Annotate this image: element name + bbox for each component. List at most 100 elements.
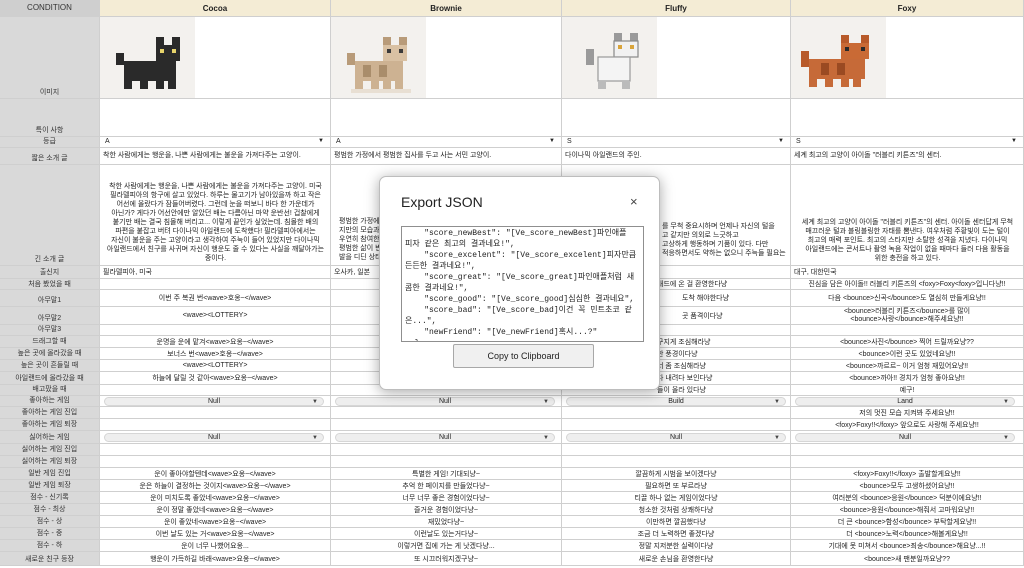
cocoa-drag[interactable]: 운명을 운에 맡겨<wave>요옹~</wave> <box>100 336 331 347</box>
brownie-image-cell[interactable] <box>331 17 562 98</box>
foxy-fav-exit[interactable]: <foxy>Foxy!!</foxy> 앞으로도 사랑해 주세요냥!! <box>791 419 1024 430</box>
json-textarea[interactable]: "score_newBest": "[Ve_score_newBest]파인애플… <box>401 226 644 342</box>
fluffy-fav-exit[interactable] <box>562 419 791 430</box>
cocoa-fav-exit[interactable] <box>100 419 331 430</box>
brownie-normal-exit[interactable]: 추억 한 페이지를 만들었다냥~ <box>331 480 562 491</box>
brownie-hate-exit[interactable] <box>331 456 562 467</box>
foxy-score-newbest[interactable]: 여러분의 <bounce>응원</bounce> 덕분이에요냥!! <box>791 492 1024 503</box>
foxy-new-friend[interactable]: <bounce>새 팬분일까요냥?? <box>791 552 1024 565</box>
foxy-image-cell[interactable] <box>791 17 1024 98</box>
fluffy-score-good[interactable]: 조금 더 노력하면 좋겠다냥 <box>562 528 791 539</box>
cocoa-score-good[interactable]: 이번 날도 있는 거<wave>요옹~</wave> <box>100 528 331 539</box>
foxy-hungry[interactable]: 예구! <box>791 385 1024 395</box>
fluffy-score-newbest[interactable]: 티끌 하나 없는 게임이었다냥 <box>562 492 791 503</box>
fluffy-hate-game-select[interactable]: Null ▼ <box>566 432 786 442</box>
brownie-score-newbest[interactable]: 너무 너무 좋은 경험이었다냥~ <box>331 492 562 503</box>
foxy-hate-enter[interactable] <box>791 444 1024 455</box>
foxy-long-intro[interactable]: 세계 최고의 고양이 아이돌 "러블리 키튼즈"의 센터. 아이돌 센터답게 무… <box>791 165 1024 265</box>
foxy-grade-select[interactable]: S ▼ <box>791 137 1024 147</box>
foxy-score-best[interactable]: <bounce>응원</bounce>해줘서 고마워요냥!! <box>791 504 1024 515</box>
foxy-score-good[interactable]: 더 <bounce>노력</bounce>해볼게요냥!! <box>791 528 1024 539</box>
fluffy-hate-enter[interactable] <box>562 444 791 455</box>
brownie-score-bad[interactable]: 이렇거면 집에 가는 게 낫겠다냥... <box>331 540 562 551</box>
brownie-score-great[interactable]: 재밌었다냥~ <box>331 516 562 527</box>
fluffy-fav-enter[interactable] <box>562 407 791 418</box>
fluffy-score-bad[interactable]: 정말 지저분한 실력이다냥 <box>562 540 791 551</box>
cocoa-score-best[interactable]: 운이 정말 좋았네<wave>요옹~</wave> <box>100 504 331 515</box>
cocoa-hungry[interactable] <box>100 385 331 395</box>
cocoa-first-meet[interactable] <box>100 279 331 289</box>
foxy-origin[interactable]: 대구, 대한민국 <box>791 266 1024 278</box>
fluffy-score-best[interactable]: 청소한 것처럼 상쾌하다냥 <box>562 504 791 515</box>
foxy-score-bad[interactable]: 기대에 못 미쳐서 <bounce>죄송</bounce>해요냥...!! <box>791 540 1024 551</box>
fluffy-score-great[interactable]: 이만하면 깔끔했다냥 <box>562 516 791 527</box>
cocoa-high-shake[interactable]: <wave><LOTTERY> <box>100 360 331 371</box>
brownie-hate-game-select[interactable]: Null ▼ <box>335 432 555 442</box>
cat-header-fluffy[interactable]: Fluffy <box>562 0 791 16</box>
brownie-fav-game-select[interactable]: Null ▼ <box>335 396 555 406</box>
foxy-fav-enter[interactable]: 저의 멋진 모습 지켜봐 주세요냥!! <box>791 407 1024 418</box>
cocoa-score-bad[interactable]: 운이 너무 나빴어요옹... <box>100 540 331 551</box>
fluffy-normal-exit[interactable]: 필요하면 또 부르라냥 <box>562 480 791 491</box>
foxy-short-intro[interactable]: 세계 최고의 고양이 아이돌 "러블리 키튼즈"의 센터. <box>791 148 1024 164</box>
foxy-random2[interactable]: <bounce>러블리 키튼즈</bounce>를 많이 <bounce>사랑<… <box>791 307 1024 324</box>
close-icon[interactable]: × <box>630 194 638 209</box>
cocoa-short-intro[interactable]: 착한 사람에게는 행운을, 나쁜 사람에게는 불운을 가져다주는 고양이. <box>100 148 331 164</box>
foxy-fav-game-select[interactable]: Land ▼ <box>795 396 1015 406</box>
foxy-high-place[interactable]: <bounce>이런 곳도 있었네요냥!! <box>791 348 1024 359</box>
brownie-normal-enter[interactable]: 특별한 게임! 기대되냥~ <box>331 468 562 479</box>
cocoa-long-intro[interactable]: 착한 사람에게는 행운을, 나쁜 사람에게는 불운을 가져다주는 고양이. 미국… <box>100 165 331 265</box>
foxy-high-shake[interactable]: <bounce>까르르~ 이거 엄청 재밌어요냥!! <box>791 360 1024 371</box>
foxy-random3[interactable] <box>791 325 1024 335</box>
foxy-score-great[interactable]: 더 큰 <bounce>함성</bounce> 부탁할게요냥!! <box>791 516 1024 527</box>
cocoa-grade-select[interactable]: A ▼ <box>100 137 331 147</box>
cocoa-origin[interactable]: 필라델피아, 미국 <box>100 266 331 278</box>
cat-header-foxy[interactable]: Foxy <box>791 0 1024 16</box>
foxy-island-up[interactable]: <bounce>까아!! 경치가 엄청 좋아요냥!! <box>791 372 1024 384</box>
brownie-score-good[interactable]: 이런날도 있는거다냥~ <box>331 528 562 539</box>
cocoa-fav-game-select[interactable]: Null ▼ <box>104 396 324 406</box>
cocoa-score-newbest[interactable]: 운이 미치도록 좋았네<wave>요옹~</wave> <box>100 492 331 503</box>
foxy-normal-exit[interactable]: <bounce>모두 고생하셨어요냥!! <box>791 480 1024 491</box>
fluffy-fav-game-select[interactable]: Build ▼ <box>566 396 786 406</box>
fluffy-short-intro[interactable]: 다이나믹 아일랜드의 주인. <box>562 148 791 164</box>
fluffy-special-cell[interactable] <box>562 99 791 136</box>
brownie-hate-enter[interactable] <box>331 444 562 455</box>
cocoa-normal-enter[interactable]: 운이 좋아야할텐데<wave>요옹~</wave> <box>100 468 331 479</box>
cocoa-score-great[interactable]: 운이 좋았네<wave>요옹~</wave> <box>100 516 331 527</box>
cat-header-brownie[interactable]: Brownie <box>331 0 562 16</box>
fluffy-hate-exit[interactable] <box>562 456 791 467</box>
foxy-special-cell[interactable] <box>791 99 1024 136</box>
cocoa-new-friend[interactable]: 행운이 가득하길 바래<wave>요옹~</wave> <box>100 552 331 565</box>
brownie-short-intro[interactable]: 평범한 가정에서 평범한 집사를 두고 사는 서민 고양이. <box>331 148 562 164</box>
brownie-grade-select[interactable]: A ▼ <box>331 137 562 147</box>
brownie-fav-enter[interactable] <box>331 407 562 418</box>
cocoa-special-cell[interactable] <box>100 99 331 136</box>
foxy-hate-game-select[interactable]: Null ▼ <box>795 432 1015 442</box>
fluffy-image-cell[interactable] <box>562 17 791 98</box>
cocoa-hate-enter[interactable] <box>100 444 331 455</box>
brownie-special-cell[interactable] <box>331 99 562 136</box>
brownie-score-best[interactable]: 즐거운 경험이었다냥~ <box>331 504 562 515</box>
foxy-first-meet[interactable]: 진심을 담은 아이돌!! 러블리 키튼즈의 <foxy>Foxy<foxy>입니… <box>791 279 1024 289</box>
cocoa-high-place[interactable]: 보너스 번<wave>호옹~</wave> <box>100 348 331 359</box>
cocoa-hate-exit[interactable] <box>100 456 331 467</box>
cocoa-image-cell[interactable] <box>100 17 331 98</box>
fluffy-normal-enter[interactable]: 깔끔하게 시범을 보이겠다냥 <box>562 468 791 479</box>
foxy-normal-enter[interactable]: <foxy>Foxy!!</foxy> 출발할게요냥!! <box>791 468 1024 479</box>
brownie-new-friend[interactable]: 또 시끄러워지겠구냥~ <box>331 552 562 565</box>
foxy-hate-exit[interactable] <box>791 456 1024 467</box>
brownie-fav-exit[interactable] <box>331 419 562 430</box>
foxy-random1[interactable]: 다음 <bounce>신곡</bounce>도 열심히 만들게요냥!! <box>791 290 1024 306</box>
fluffy-grade-select[interactable]: S ▼ <box>562 137 791 147</box>
cocoa-random2[interactable]: <wave><LOTTERY> <box>100 307 331 324</box>
cocoa-island-up[interactable]: 하늘에 달릴 것 같아<wave>요옹~</wave> <box>100 372 331 384</box>
cocoa-random1[interactable]: 이번 주 복권 번<wave>호옹~</wave> <box>100 290 331 306</box>
cocoa-hate-game-select[interactable]: Null ▼ <box>104 432 324 442</box>
foxy-drag[interactable]: <bounce>사진</bounce> 찍어 드릴까요냥?? <box>791 336 1024 347</box>
copy-to-clipboard-button[interactable]: Copy to Clipboard <box>453 344 594 368</box>
cat-header-cocoa[interactable]: Cocoa <box>100 0 331 16</box>
fluffy-new-friend[interactable]: 새로운 손님을 환영한다냥 <box>562 552 791 565</box>
cocoa-random3[interactable] <box>100 325 331 335</box>
cocoa-normal-exit[interactable]: 운은 하늘이 결정하는 것이지<wave>요옹~</wave> <box>100 480 331 491</box>
